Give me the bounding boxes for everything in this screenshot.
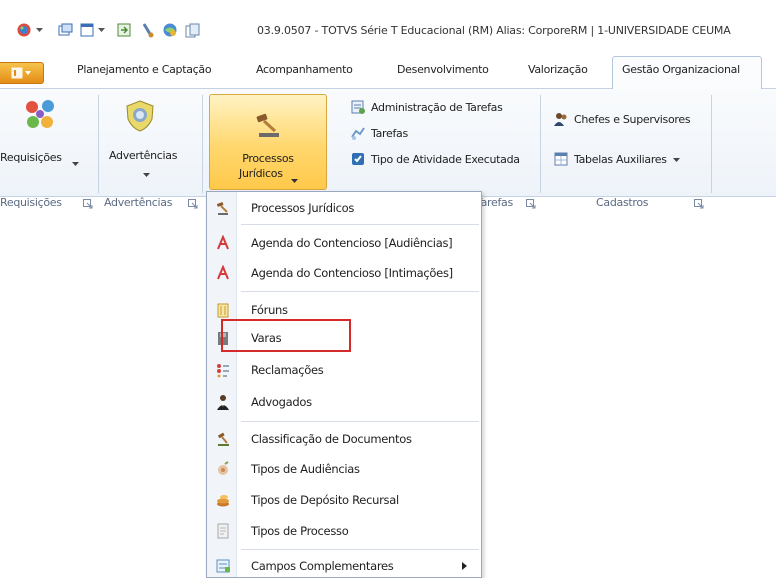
group-separator <box>98 95 99 193</box>
menu-item-agenda-intimacoes[interactable]: Agenda do Contencioso [Intimações] <box>207 259 481 287</box>
administracao-tarefas-label: Administração de Tarefas <box>371 100 503 114</box>
advertencias-button[interactable]: Advertências <box>109 149 177 162</box>
menu-item-label: Reclamações <box>251 363 324 377</box>
tab-valorizacao[interactable]: Valorização <box>528 63 588 76</box>
application-menu-button[interactable] <box>0 62 44 84</box>
menu-separator <box>241 549 479 550</box>
people-icon <box>553 111 569 127</box>
globe-help-icon[interactable] <box>160 20 180 40</box>
dialog-launcher-icon[interactable] <box>188 199 198 209</box>
menu-item-label: Advogados <box>251 395 312 409</box>
menu-item-label: Tipos de Processo <box>251 524 349 538</box>
menu-item-label: Campos Complementares <box>251 559 394 573</box>
menu-item-label: Fóruns <box>251 303 288 317</box>
group-separator <box>711 95 712 193</box>
menu-item-label: Processos Jurídicos <box>251 201 355 215</box>
tab-gestao-organizacional[interactable]: Gestão Organizacional <box>622 63 740 76</box>
document-icon <box>215 523 231 539</box>
menu-item-label: Tipos de Audiências <box>251 462 360 476</box>
menu-item-agenda-audiencias[interactable]: Agenda do Contencioso [Audiências] <box>207 229 481 257</box>
title-bar: 03.9.0507 - TOTVS Série T Educacional (R… <box>0 0 776 50</box>
menu-item-label: Agenda do Contencioso [Intimações] <box>251 266 453 280</box>
tarefas-button[interactable]: Tarefas <box>350 125 408 141</box>
window-title: 03.9.0507 - TOTVS Série T Educacional (R… <box>257 24 731 37</box>
menu-item-advogados[interactable]: Advogados <box>207 388 481 416</box>
chevron-down-icon <box>672 153 680 166</box>
menu-item-label: Classificação de Documentos <box>251 432 412 446</box>
menu-item-processos-juridicos[interactable]: Processos Jurídicos <box>207 194 481 222</box>
menu-item-label: Tipos de Depósito Recursal <box>251 493 399 507</box>
menu-item-tipos-audiencias[interactable]: Tipos de Audiências <box>207 455 481 483</box>
tasks-admin-icon <box>350 99 366 115</box>
chevron-down-icon[interactable] <box>96 20 106 40</box>
menu-item-classificacao-documentos[interactable]: Classificação de Documentos <box>207 425 481 453</box>
group-label-cadastros: Cadastros <box>596 196 649 209</box>
administracao-tarefas-button[interactable]: Administração de Tarefas <box>350 99 503 115</box>
tasks-icon <box>350 125 366 141</box>
tabelas-auxiliares-label: Tabelas Auxiliares <box>574 152 667 166</box>
building-icon <box>215 302 231 318</box>
menu-item-reclamacoes[interactable]: Reclamações <box>207 356 481 384</box>
tab-planejamento-captacao[interactable]: Planejamento e Captação <box>77 63 212 76</box>
chefes-supervisores-label: Chefes e Supervisores <box>574 112 691 126</box>
chevron-down-icon <box>72 156 79 170</box>
fields-icon <box>215 558 231 574</box>
calendar-icon <box>215 265 231 281</box>
processos-juridicos-menu: Processos Jurídicos Agenda do Contencios… <box>206 191 482 578</box>
app-menu-icon <box>11 67 31 79</box>
dialog-launcher-icon[interactable] <box>526 199 536 209</box>
submenu-arrow-icon <box>462 562 467 570</box>
group-separator <box>202 95 203 193</box>
globe-icon[interactable] <box>14 20 34 40</box>
processos-juridicos-button[interactable]: Processos Jurídicos <box>209 94 327 190</box>
calendar-icon <box>215 235 231 251</box>
tools-icon[interactable] <box>138 20 158 40</box>
chevron-down-icon <box>291 173 298 187</box>
gavel-icon <box>253 109 285 141</box>
gavel-icon <box>215 431 231 447</box>
person-icon <box>215 394 231 410</box>
menu-separator <box>241 421 479 422</box>
copy-icon[interactable] <box>182 20 202 40</box>
menu-separator <box>241 291 479 292</box>
menu-separator <box>241 224 479 225</box>
window-icon[interactable] <box>78 20 96 40</box>
chevron-down-icon[interactable] <box>34 20 44 40</box>
menu-item-campos-complementares[interactable]: Campos Complementares <box>207 552 481 578</box>
list-icon <box>215 362 231 378</box>
ribbon-panel: Requisições Requisições Advertências Adv… <box>0 89 776 209</box>
requisicoes-icon[interactable] <box>22 97 58 133</box>
menu-item-tipos-processo[interactable]: Tipos de Processo <box>207 517 481 545</box>
coins-icon <box>215 492 231 508</box>
processos-label-line1: Processos <box>242 152 294 165</box>
chefes-supervisores-button[interactable]: Chefes e Supervisores <box>553 111 691 127</box>
menu-item-tipos-deposito-recursal[interactable]: Tipos de Depósito Recursal <box>207 486 481 514</box>
group-label-requisicoes: Requisições <box>0 196 62 209</box>
tipo-atividade-executada-button[interactable]: Tipo de Atividade Executada <box>350 151 520 167</box>
dialog-launcher-icon[interactable] <box>694 199 704 209</box>
processos-label-line2: Jurídicos <box>239 167 283 180</box>
hearing-icon <box>215 461 231 477</box>
menu-item-label: Agenda do Contencioso [Audiências] <box>251 236 453 250</box>
group-separator <box>540 95 541 193</box>
table-icon <box>553 151 569 167</box>
tab-desenvolvimento[interactable]: Desenvolvimento <box>397 63 489 76</box>
group-label-advertencias: Advertências <box>104 196 173 209</box>
window-restore-icon[interactable] <box>55 20 75 40</box>
chevron-down-icon <box>143 167 150 181</box>
dialog-launcher-icon[interactable] <box>83 199 93 209</box>
requisicoes-button[interactable]: Requisições <box>0 151 62 164</box>
tab-acompanhamento[interactable]: Acompanhamento <box>256 63 353 76</box>
tarefas-label: Tarefas <box>371 126 408 140</box>
gavel-icon <box>215 200 231 216</box>
tabelas-auxiliares-button[interactable]: Tabelas Auxiliares <box>553 151 680 167</box>
activity-type-icon <box>350 151 366 167</box>
shield-icon[interactable] <box>124 99 156 133</box>
export-icon[interactable] <box>114 20 134 40</box>
varas-highlight-box <box>221 319 351 352</box>
tipo-atividade-executada-label: Tipo de Atividade Executada <box>371 152 520 166</box>
